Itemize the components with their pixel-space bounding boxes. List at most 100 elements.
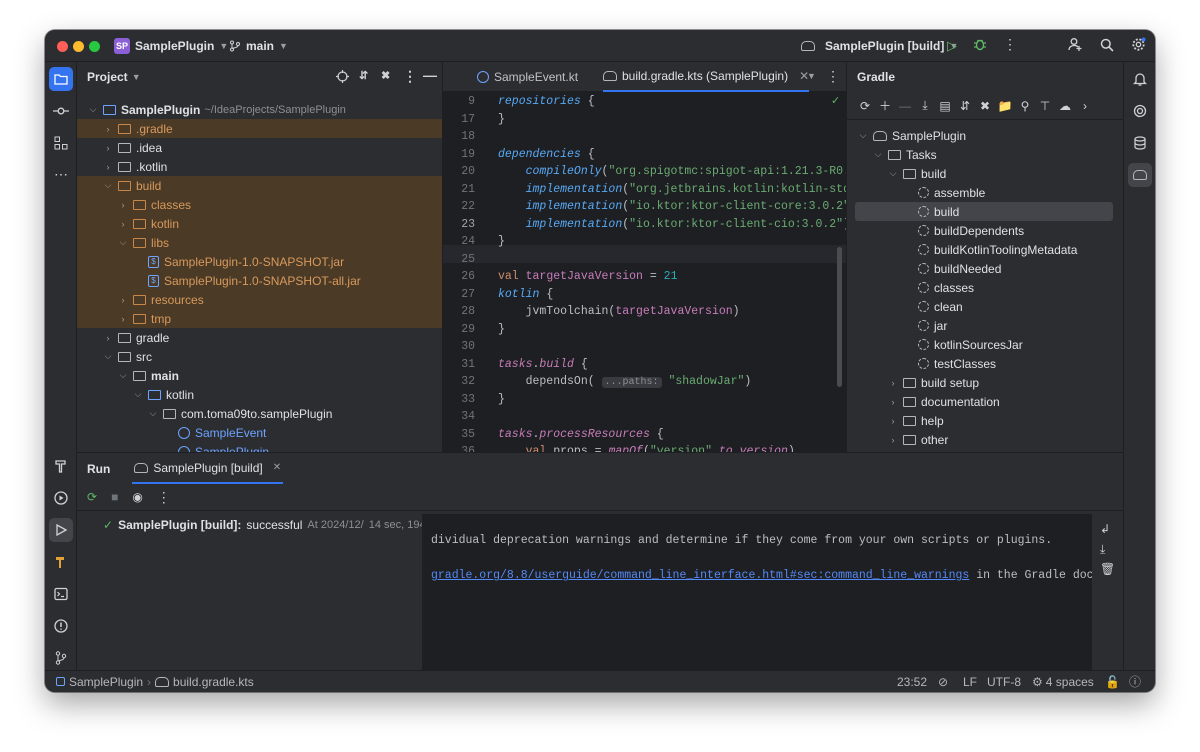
chevron-right-icon[interactable]: › [887,397,899,407]
close-window-button[interactable] [57,41,68,52]
breadcrumb-project[interactable]: SamplePlugin [69,675,143,689]
build-hammer-icon[interactable] [49,454,73,478]
chevron-right-icon[interactable]: › [887,416,899,426]
run-tab[interactable]: SamplePlugin [build] ✕ [132,453,284,484]
tab-sampleevent[interactable]: SampleEvent.kt [477,62,578,92]
breadcrumb[interactable]: SamplePlugin › build.gradle.kts [56,675,254,689]
chevron-down-icon[interactable]: ⌵ [117,370,129,381]
task-list-icon[interactable]: ▤ [935,99,955,113]
database-icon[interactable] [1128,131,1152,155]
stop-icon[interactable]: ■ [111,490,118,504]
project-tree-item[interactable]: ⌵ kotlin [77,385,442,404]
project-tree-item[interactable]: ⌵ com.toma09to.samplePlugin [77,404,442,423]
project-tree-item[interactable]: › tmp [77,309,442,328]
build-result-row[interactable]: ✓ SamplePlugin [build]: successful At 20… [103,518,443,532]
gradle-tree-item[interactable]: ⌵ build [847,164,1123,183]
chevron-down-icon[interactable]: ⌵ [87,104,99,115]
gradle-tree-item[interactable]: buildNeeded [847,259,1123,278]
more-tools-icon[interactable]: ⋯ [49,162,73,186]
chevron-right-icon[interactable]: › [117,219,129,229]
dependency-analyzer-icon[interactable]: ⚲ [1015,99,1035,113]
chevron-right-icon[interactable]: › [102,143,114,153]
chevron-down-icon[interactable]: ⌵ [872,149,884,160]
editor-scrollbar[interactable] [837,247,842,387]
line-separator[interactable]: LF [963,675,977,689]
debug-hammer-icon[interactable] [49,550,73,574]
expand-all-icon[interactable]: ⇵ [955,99,975,113]
branch-switcher[interactable]: main ▼ [229,30,288,62]
expand-all-icon[interactable]: ⇵ [359,69,368,82]
console-output[interactable]: dividual deprecation warnings and determ… [422,514,1092,671]
gradle-tree-item[interactable]: classes [847,278,1123,297]
gradle-tree-item[interactable]: testClasses [847,354,1123,373]
chevron-right-icon[interactable]: › [117,295,129,305]
project-tree-item[interactable]: ⌵ main [77,366,442,385]
chevron-right-icon[interactable]: › [887,378,899,388]
project-tree-item[interactable]: ⌵ src [77,347,442,366]
chevron-right-icon[interactable]: › [117,314,129,324]
inspection-ok-icon[interactable]: ✓ [831,94,840,107]
gradle-tree-item[interactable]: ⌵ SamplePlugin [847,126,1123,145]
gradle-tree-item[interactable]: clean [847,297,1123,316]
run-config-selector[interactable]: SamplePlugin [build] ▼ [801,30,958,62]
soft-wrap-icon[interactable]: ↲ [1100,522,1110,536]
eye-icon[interactable]: ◉ [132,490,142,504]
offline-mode-icon[interactable]: ☁ [1055,99,1075,113]
rerun-icon[interactable]: ⟳ [87,490,97,504]
chevron-down-icon[interactable]: ▼ [807,71,816,81]
download-icon[interactable]: ⤓ [915,98,935,113]
settings-gear-icon[interactable] [1131,37,1146,52]
add-icon[interactable]: ＋ [875,97,895,114]
more-vertical-icon[interactable]: ⋮ [1003,36,1017,53]
info-icon[interactable]: ⓘ [1129,673,1141,690]
project-tree-item[interactable]: › kotlin [77,214,442,233]
collapse-all-icon[interactable]: ✖ [975,99,995,113]
services-icon[interactable] [49,486,73,510]
zoom-window-button[interactable] [89,41,100,52]
project-tree-item[interactable]: $ SamplePlugin-1.0-SNAPSHOT.jar [77,252,442,271]
project-tree-item[interactable]: › resources [77,290,442,309]
search-icon[interactable] [1100,38,1114,52]
gradle-tree-item[interactable]: jar [847,316,1123,335]
more-vertical-icon[interactable]: ⋮ [826,68,840,85]
chevron-down-icon[interactable]: ⌵ [102,351,114,362]
run-tool-icon[interactable] [49,518,73,542]
close-tab-icon[interactable]: ✕ [273,462,281,473]
gradle-tree-item[interactable]: buildKotlinToolingMetadata [847,240,1123,259]
project-tree-item[interactable]: ⌵ SamplePlugin ~/IdeaProjects/SamplePlugin [77,100,442,119]
chevron-down-icon[interactable]: ▼ [132,72,141,82]
unlock-icon[interactable]: 🔓 [1105,675,1120,689]
reload-icon[interactable]: ⟳ [855,99,875,113]
more-vertical-icon[interactable]: ⋮ [157,489,171,506]
collapse-all-icon[interactable]: ✖ [381,69,390,82]
tab-build-gradle-kts[interactable]: build.gradle.kts (SamplePlugin) ✕ [603,62,810,92]
chevron-right-icon[interactable]: › [887,435,899,445]
show-ignored-icon[interactable]: ⊤ [1035,99,1055,113]
chevron-down-icon[interactable]: ⌵ [147,408,159,419]
gradle-tree-item[interactable]: › help [847,411,1123,430]
remove-icon[interactable]: — [895,99,915,113]
file-encoding[interactable]: UTF-8 [987,675,1021,689]
project-panel-title[interactable]: Project [87,70,128,84]
gradle-tool-icon[interactable] [1128,163,1152,187]
project-tree-item[interactable]: › .idea [77,138,442,157]
gradle-tree-item[interactable]: › build setup [847,373,1123,392]
project-tree-item[interactable]: $ SamplePlugin-1.0-SNAPSHOT-all.jar [77,271,442,290]
breadcrumb-file[interactable]: build.gradle.kts [173,675,254,689]
trash-icon[interactable]: 🗑 [1100,562,1115,576]
code-area[interactable]: 9 17 18 19 20 21 22 23 24 25 26 27 28 29 30 31 32 33 34 35 3… [443,92,846,452]
chevron-down-icon[interactable]: ⌵ [117,237,129,248]
chevron-down-icon[interactable]: ⌵ [132,389,144,400]
hide-panel-icon[interactable]: — [423,67,437,83]
folder-icon[interactable]: 📁 [995,99,1015,113]
scroll-to-end-icon[interactable]: ⤓ [1100,542,1105,557]
project-tree-item[interactable]: ⌵ build [77,176,442,195]
problems-icon[interactable] [49,614,73,638]
chevron-right-icon[interactable]: › [102,333,114,343]
git-icon[interactable] [49,646,73,670]
gradle-tree-item[interactable]: › other [847,430,1123,449]
project-tree-item[interactable]: SamplePlugin [77,442,442,452]
project-tool-button[interactable] [49,67,73,91]
no-inspection-icon[interactable]: ⊘ [938,675,948,689]
project-switcher[interactable]: SP SamplePlugin ▼ [114,30,228,62]
